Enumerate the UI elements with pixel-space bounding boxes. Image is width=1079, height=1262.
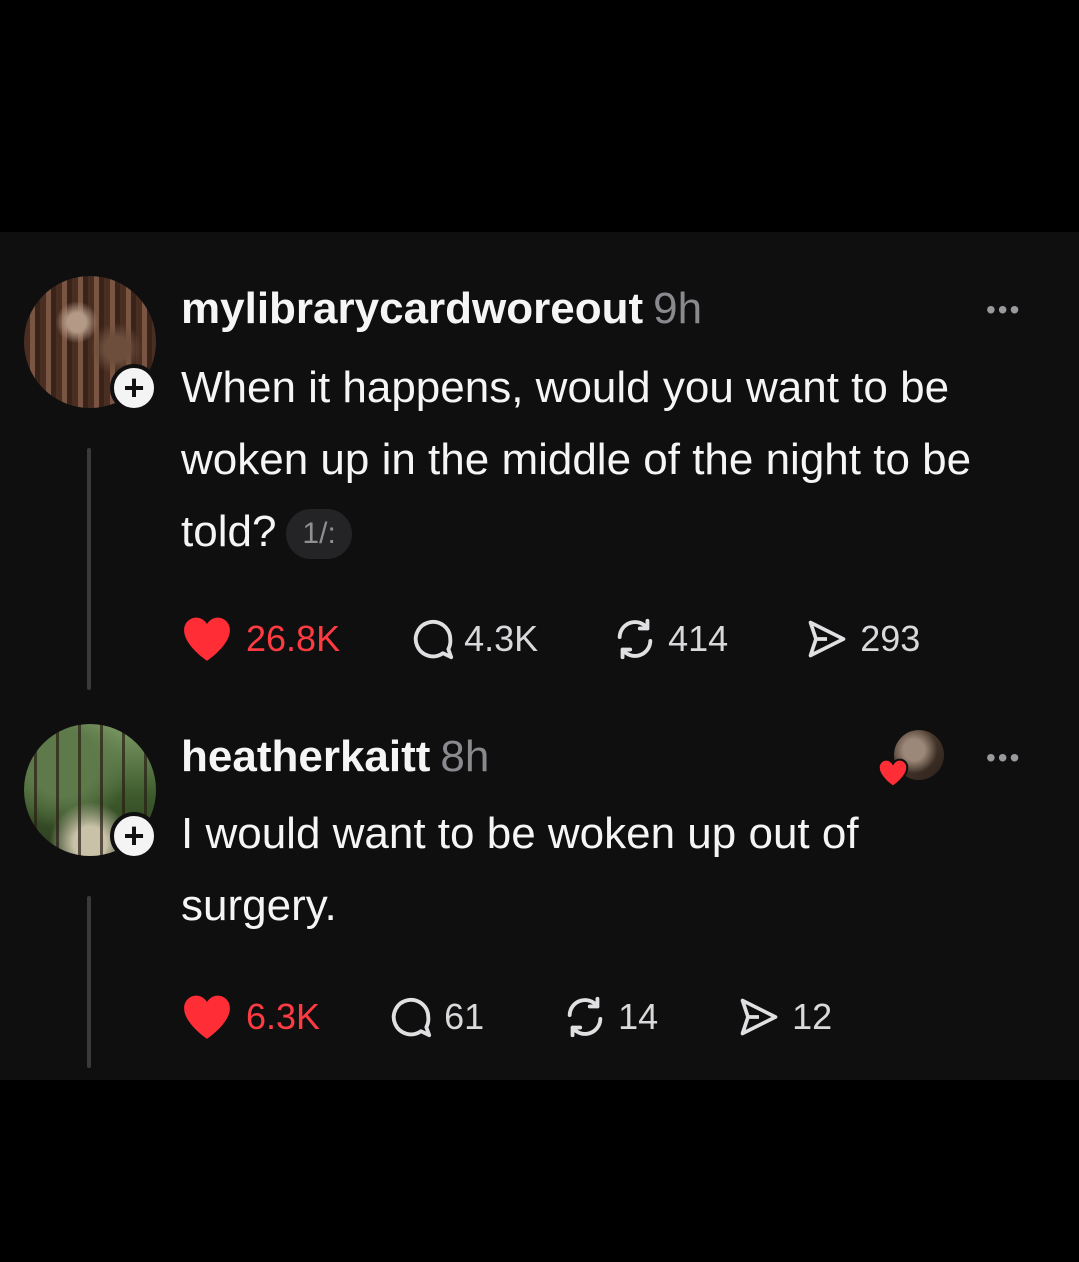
- action-bar: 6.3K 61 14 12: [180, 993, 832, 1041]
- thread-line: [87, 448, 91, 690]
- post-body: I would want to be woken up out of surge…: [181, 809, 859, 930]
- username[interactable]: heatherkaitt 8h: [181, 732, 489, 782]
- reply-count: 4.3K: [464, 618, 539, 659]
- send-icon: [808, 620, 846, 658]
- reply-count: 61: [444, 996, 485, 1037]
- share-count: 293: [860, 618, 921, 659]
- username[interactable]: mylibrarycardworeout 9h: [181, 284, 702, 334]
- thread-line: [87, 896, 91, 1068]
- timestamp: 8h: [440, 732, 490, 781]
- repost-count: 414: [668, 618, 729, 659]
- repost-count: 14: [618, 996, 659, 1037]
- page-badge[interactable]: 1/:: [286, 509, 352, 560]
- more-icon[interactable]: •••: [986, 742, 1021, 774]
- repost-button[interactable]: 414: [610, 616, 728, 662]
- like-button[interactable]: 6.3K: [180, 993, 320, 1041]
- share-count: 12: [792, 996, 833, 1037]
- share-button[interactable]: 12: [734, 995, 832, 1039]
- repost-icon: [567, 996, 603, 1038]
- timestamp: 9h: [653, 284, 703, 333]
- repost-icon: [617, 618, 653, 660]
- post-text: I would want to be woken up out of surge…: [181, 798, 1001, 942]
- follow-plus-icon[interactable]: +: [110, 812, 158, 860]
- follow-plus-icon[interactable]: +: [110, 364, 158, 412]
- like-count: 6.3K: [246, 996, 321, 1037]
- action-bar: 26.8K 4.3K 414 293: [180, 615, 920, 663]
- like-button[interactable]: 26.8K: [180, 615, 340, 663]
- heart-icon: [877, 758, 909, 788]
- like-count: 26.8K: [246, 618, 341, 659]
- username-text[interactable]: heatherkaitt: [181, 732, 430, 781]
- heart-icon: [184, 617, 230, 661]
- send-icon: [740, 998, 778, 1036]
- post-text: When it happens, would you want to be wo…: [181, 352, 1061, 568]
- comment-icon: [413, 619, 454, 660]
- comment-icon: [391, 997, 432, 1038]
- username-text[interactable]: mylibrarycardworeout: [181, 284, 643, 333]
- more-icon[interactable]: •••: [986, 294, 1021, 326]
- share-button[interactable]: 293: [802, 617, 920, 661]
- reply-button[interactable]: 4.3K: [410, 616, 538, 662]
- repost-button[interactable]: 14: [560, 994, 658, 1040]
- heart-icon: [184, 995, 230, 1039]
- reply-button[interactable]: 61: [388, 994, 484, 1040]
